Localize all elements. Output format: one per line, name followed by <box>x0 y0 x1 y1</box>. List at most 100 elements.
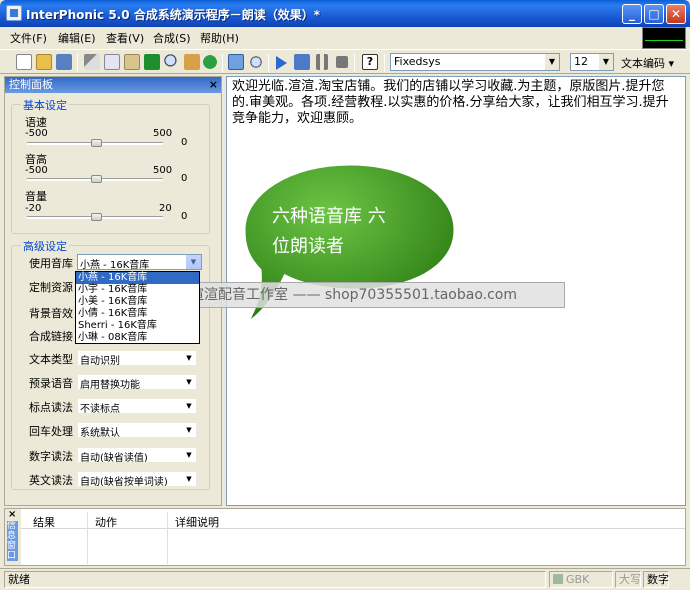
menu-view[interactable]: 查看(V) <box>106 30 144 46</box>
title-bar[interactable]: InterPhonic 5.0 合成系统演示程序－朗读（效果）* _ □ ✕ <box>0 0 690 27</box>
chevron-down-icon[interactable]: ▼ <box>182 351 196 365</box>
chevron-down-icon[interactable]: ▼ <box>182 472 196 486</box>
app-icon[interactable] <box>6 5 22 21</box>
menu-file[interactable]: 文件(F) <box>10 30 47 46</box>
editor-text[interactable]: 欢迎光临.渲渲.淘宝店铺。我们的店铺以学习收藏.为主题，原版图片.提升您的.审美… <box>232 79 674 127</box>
stop-icon[interactable] <box>336 56 348 68</box>
enter-handling-label: 回车处理 <box>29 425 73 438</box>
menu-bar: 文件(F) 编辑(E) 查看(V) 合成(S) 帮助(H) <box>0 27 690 47</box>
voice-option[interactable]: Sherri - 16K音库 <box>76 320 199 332</box>
status-encoding: GBK <box>549 571 613 588</box>
number-reading-label: 数字读法 <box>29 450 73 463</box>
volume-slider-thumb[interactable] <box>91 213 102 221</box>
maximize-button[interactable]: □ <box>644 4 664 24</box>
enter-handling-select[interactable]: 系统默认 ▼ <box>77 422 197 438</box>
column-divider <box>87 512 88 564</box>
enter-handling-value: 系统默认 <box>80 428 120 438</box>
replace-icon[interactable] <box>184 54 200 70</box>
results-side-tab[interactable]: × 信息窗口 <box>5 509 21 565</box>
results-panel: × 信息窗口 结果 动作 详细说明 <box>4 508 686 566</box>
english-reading-value: 自动(缺省按单词读) <box>80 477 168 487</box>
results-close-icon[interactable]: × <box>8 509 16 520</box>
minimize-button[interactable]: _ <box>622 4 642 24</box>
status-caps: 大写 <box>615 571 641 588</box>
menu-help[interactable]: 帮助(H) <box>200 30 239 46</box>
font-select[interactable]: Fixedsys ▼ <box>390 53 560 71</box>
font-select-value: Fixedsys <box>394 55 441 68</box>
number-reading-select[interactable]: 自动(缺省读值) ▼ <box>77 447 197 463</box>
pitch-slider-thumb[interactable] <box>91 175 102 183</box>
find-icon[interactable] <box>164 54 180 70</box>
voice-library-select[interactable]: 小燕 - 16K音库 ▼ <box>77 254 202 270</box>
speed-value: 0 <box>181 137 188 148</box>
paste-icon[interactable] <box>124 54 140 70</box>
number-reading-value: 自动(缺省读值) <box>80 453 148 463</box>
status-text: 就绪 <box>4 571 546 588</box>
toolbar-separator <box>77 54 78 72</box>
punctuation-select[interactable]: 不读标点 ▼ <box>77 398 197 414</box>
chevron-down-icon[interactable]: ▼ <box>182 423 196 437</box>
open-folder-icon[interactable] <box>36 54 52 70</box>
volume-max: 20 <box>159 203 172 214</box>
balloon-line-2: 位朗读者 <box>272 236 344 257</box>
voice-library-dropdown[interactable]: 小燕 - 16K音库 小宇 - 16K音库 小美 - 16K音库 小倩 - 16… <box>75 271 200 344</box>
text-type-label: 文本类型 <box>29 353 73 366</box>
zoom-icon[interactable] <box>248 54 264 70</box>
voice-option[interactable]: 小琳 - 08K音库 <box>76 332 199 344</box>
results-side-label: 信息窗口 <box>7 521 18 561</box>
chevron-down-icon[interactable]: ▼ <box>186 255 201 269</box>
chevron-down-icon[interactable]: ▼ <box>545 54 559 70</box>
pitch-value: 0 <box>181 173 188 184</box>
help-icon[interactable]: ? <box>362 54 378 70</box>
menu-edit[interactable]: 编辑(E) <box>58 30 96 46</box>
balloon-line-1: 六种语音库 六 <box>272 206 386 227</box>
window-title: InterPhonic 5.0 合成系统演示程序－朗读（效果）* <box>26 8 321 22</box>
record-icon[interactable] <box>294 54 310 70</box>
volume-value: 0 <box>181 211 188 222</box>
play-icon[interactable] <box>276 56 287 70</box>
select-all-icon[interactable] <box>144 54 160 70</box>
voice-option[interactable]: 小燕 - 16K音库 <box>76 272 199 284</box>
toolbar-separator <box>268 54 269 72</box>
status-num: 数字 <box>643 571 669 588</box>
custom-resource-label: 定制资源 <box>29 281 73 294</box>
results-col-result[interactable]: 结果 <box>33 514 55 530</box>
results-col-action[interactable]: 动作 <box>95 514 117 530</box>
chevron-down-icon[interactable]: ▼ <box>599 54 613 70</box>
toolbar-separator <box>384 54 385 72</box>
status-bar: 就绪 GBK 大写 数字 <box>0 568 690 590</box>
refresh-icon[interactable] <box>202 54 218 70</box>
eraser-icon[interactable] <box>56 54 72 70</box>
speed-slider-thumb[interactable] <box>91 139 102 147</box>
voice-option[interactable]: 小倩 - 16K音库 <box>76 308 199 320</box>
voice-option[interactable]: 小宇 - 16K音库 <box>76 284 199 296</box>
panel-close-icon[interactable]: × <box>209 77 218 93</box>
new-file-icon[interactable] <box>16 54 32 70</box>
chevron-down-icon[interactable]: ▼ <box>182 448 196 462</box>
close-button[interactable]: ✕ <box>666 4 686 24</box>
editor-vertical-scrollbar[interactable] <box>670 77 685 505</box>
english-reading-select[interactable]: 自动(缺省按单词读) ▼ <box>77 471 197 487</box>
chevron-down-icon[interactable]: ▼ <box>182 375 196 389</box>
synthesize-icon[interactable] <box>228 54 244 70</box>
control-panel-header: 控制面板 × <box>5 77 221 93</box>
menu-synthesis[interactable]: 合成(S) <box>153 30 191 46</box>
watermark-banner: 渲渲配音工作室 —— shop70355501.taobao.com <box>183 282 565 308</box>
column-divider <box>167 512 168 564</box>
cut-icon[interactable] <box>84 54 100 70</box>
encoding-label: 文本编码 <box>621 57 665 70</box>
copy-icon[interactable] <box>104 54 120 70</box>
speed-max: 500 <box>153 128 173 139</box>
toolbar: ? Fixedsys ▼ 12 ▼ 文本编码 ▾ <box>0 49 690 74</box>
pause-icon[interactable] <box>316 54 328 70</box>
encoding-button[interactable]: 文本编码 ▾ <box>621 55 674 71</box>
text-type-value: 自动识别 <box>80 356 120 366</box>
results-col-detail[interactable]: 详细说明 <box>175 514 219 530</box>
voice-option[interactable]: 小美 - 16K音库 <box>76 296 199 308</box>
text-type-select[interactable]: 自动识别 ▼ <box>77 350 197 366</box>
font-size-select[interactable]: 12 ▼ <box>570 53 614 71</box>
prerecorded-select[interactable]: 启用替换功能 ▼ <box>77 374 197 390</box>
balloon-text: 六种语音库 六 位朗读者 <box>272 202 447 262</box>
chevron-down-icon[interactable]: ▼ <box>182 399 196 413</box>
toolbar-separator <box>354 54 355 72</box>
